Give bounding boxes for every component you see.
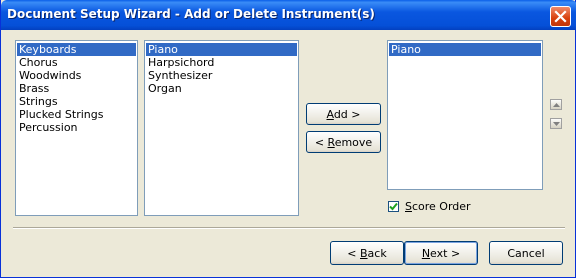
instrument-list-item[interactable]: Organ — [145, 82, 298, 95]
move-up-button[interactable] — [550, 99, 562, 110]
back-button[interactable]: < Back — [330, 241, 404, 265]
move-down-button[interactable] — [550, 118, 562, 129]
cancel-button[interactable]: Cancel — [489, 241, 563, 265]
family-list-item[interactable]: Plucked Strings — [16, 108, 137, 121]
family-list-item[interactable]: Percussion — [16, 121, 137, 134]
checkmark-icon — [389, 202, 398, 211]
triangle-up-icon — [552, 102, 560, 107]
add-button-label: Add > — [326, 107, 361, 121]
instrument-list[interactable]: Piano Harpsichord Synthesizer Organ — [144, 40, 299, 216]
window-title: Document Setup Wizard - Add or Delete In… — [7, 7, 375, 21]
family-list-item[interactable]: Keyboards — [17, 43, 136, 56]
instrument-list-item[interactable]: Piano — [146, 43, 297, 56]
score-order-label[interactable]: Score Order — [405, 200, 471, 213]
next-button-label: Next > — [421, 246, 461, 260]
close-icon — [554, 10, 567, 23]
close-button[interactable] — [550, 6, 571, 27]
remove-button-label: < Remove — [314, 135, 373, 149]
wizard-window: Document Setup Wizard - Add or Delete In… — [0, 0, 576, 278]
next-button[interactable]: Next > — [404, 241, 478, 265]
family-list-item[interactable]: Brass — [16, 82, 137, 95]
back-button-label: < Back — [347, 246, 387, 260]
score-list[interactable]: Piano — [387, 40, 543, 190]
title-bar[interactable]: Document Setup Wizard - Add or Delete In… — [1, 0, 576, 30]
add-button[interactable]: Add > — [306, 103, 381, 125]
family-list-item[interactable]: Chorus — [16, 56, 137, 69]
score-order-checkbox[interactable] — [388, 201, 399, 212]
triangle-down-icon — [552, 121, 560, 126]
cancel-button-label: Cancel — [507, 246, 545, 260]
remove-button[interactable]: < Remove — [306, 131, 381, 153]
family-list[interactable]: Keyboards Chorus Woodwinds Brass Strings Pluc… — [15, 40, 138, 216]
separator — [13, 227, 565, 229]
instrument-list-item[interactable]: Synthesizer — [145, 69, 298, 82]
instrument-list-item[interactable]: Harpsichord — [145, 56, 298, 69]
family-list-item[interactable]: Strings — [16, 95, 137, 108]
score-list-item[interactable]: Piano — [389, 43, 541, 56]
family-list-item[interactable]: Woodwinds — [16, 69, 137, 82]
